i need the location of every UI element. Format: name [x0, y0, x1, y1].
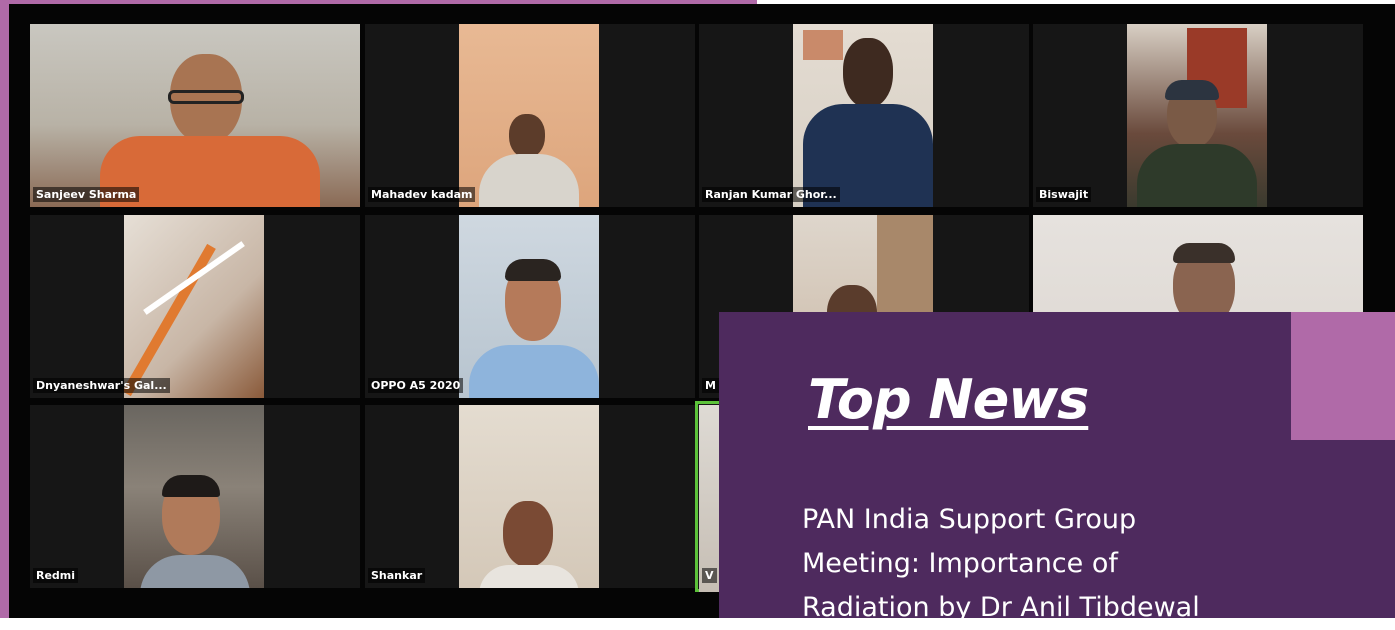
frame-border-left: [0, 0, 9, 618]
participant-name: Redmi: [33, 568, 79, 583]
participant-tile[interactable]: OPPO A5 2020: [365, 215, 695, 398]
participant-tile[interactable]: Biswajit: [1033, 24, 1363, 207]
participant-tile[interactable]: Ranjan Kumar Ghor...: [699, 24, 1029, 207]
top-news-card[interactable]: Top News PAN India Support Group Meeting…: [719, 312, 1395, 623]
card-accent-block: [1291, 312, 1395, 440]
card-headline[interactable]: PAN India Support Group Meeting: Importa…: [802, 498, 1395, 630]
participant-video: [30, 24, 360, 207]
participant-video: [124, 405, 264, 588]
participant-name: Ranjan Kumar Ghor...: [702, 187, 840, 202]
participant-name: Biswajit: [1036, 187, 1092, 202]
participant-video: [793, 24, 933, 207]
participant-tile[interactable]: Mahadev kadam: [365, 24, 695, 207]
participant-name: Mahadev kadam: [368, 187, 476, 202]
participant-video: [1127, 24, 1267, 207]
participant-name: M: [702, 378, 719, 393]
participant-tile[interactable]: Redmi: [30, 405, 360, 588]
participant-name: Shankar: [368, 568, 426, 583]
participant-name: Dnyaneshwar's Gal...: [33, 378, 170, 393]
participant-tile[interactable]: Shankar: [365, 405, 695, 588]
participant-video: [459, 405, 599, 588]
headline-line: PAN India Support Group: [802, 504, 1137, 535]
participant-tile[interactable]: Dnyaneshwar's Gal...: [30, 215, 360, 398]
card-title: Top News: [808, 368, 1089, 431]
participant-video: [459, 24, 599, 207]
participant-name: V: [702, 568, 717, 583]
participant-video: [124, 215, 264, 398]
participant-name: OPPO A5 2020: [368, 378, 464, 393]
headline-line: Radiation by Dr Anil Tibdewal: [802, 592, 1200, 623]
participant-video: [459, 215, 599, 398]
participant-name: Sanjeev Sharma: [33, 187, 140, 202]
participant-tile[interactable]: Sanjeev Sharma: [30, 24, 360, 207]
headline-line: Meeting: Importance of: [802, 548, 1118, 579]
